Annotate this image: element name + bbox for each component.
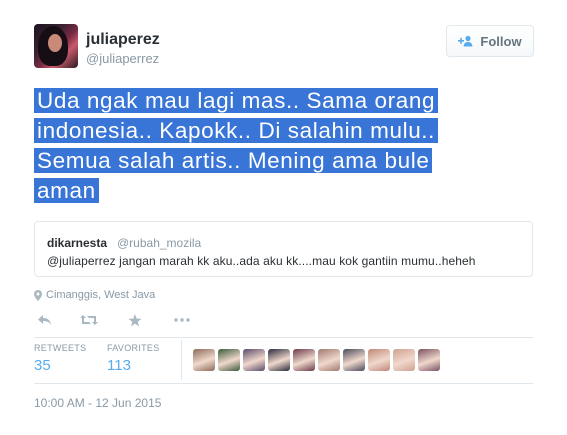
tweet-line: indonesia.. Kapokk.. Di salahin mulu..	[34, 118, 439, 143]
more-dots-icon	[174, 318, 190, 322]
tweet-line: Uda ngak mau lagi mas.. Sama orang	[34, 88, 439, 113]
tweet-line: Semua salah artis.. Mening ama bule	[34, 148, 433, 173]
follow-button-label: Follow	[480, 33, 522, 49]
follow-user-icon	[458, 35, 474, 47]
retweets-stat[interactable]: RETWEETS 35	[34, 343, 86, 374]
tweet-location[interactable]: Cimanggis, West Java	[34, 289, 155, 301]
favoriter-avatar[interactable]	[368, 349, 390, 371]
profile-avatar[interactable]	[34, 24, 78, 68]
favoriter-avatars	[193, 349, 440, 371]
favorites-count: 113	[107, 357, 131, 374]
favoriter-avatar[interactable]	[268, 349, 290, 371]
quoted-tweet-text: @juliaperrez jangan marah kk aku..ada ak…	[47, 254, 476, 268]
reply-button[interactable]	[35, 313, 53, 327]
favoriter-avatar[interactable]	[393, 349, 415, 371]
reply-icon	[37, 315, 51, 325]
quoted-author-name[interactable]: dikarnesta	[47, 236, 107, 250]
user-fullname[interactable]: juliaperez	[86, 31, 160, 49]
retweets-label: RETWEETS	[34, 343, 87, 353]
stats-bottom-divider	[34, 383, 533, 384]
stats-top-divider	[34, 337, 533, 338]
favoriter-avatar[interactable]	[218, 349, 240, 371]
tweet-text: Uda ngak mau lagi mas.. Sama orang indon…	[34, 86, 494, 206]
retweets-count: 35	[34, 357, 51, 374]
quoted-tweet[interactable]: dikarnesta @rubah_mozila @juliaperrez ja…	[34, 221, 533, 277]
location-pin-icon	[34, 289, 42, 301]
favorite-button[interactable]	[126, 313, 144, 327]
favoriter-avatar[interactable]	[418, 349, 440, 371]
retweet-button[interactable]	[80, 313, 98, 327]
more-button[interactable]	[173, 313, 191, 327]
tweet-timestamp[interactable]: 10:00 AM - 12 Jun 2015	[34, 396, 161, 410]
stats-separator	[181, 340, 182, 380]
favoriter-avatar[interactable]	[343, 349, 365, 371]
follow-button[interactable]: Follow	[446, 25, 534, 57]
favoriter-avatar[interactable]	[243, 349, 265, 371]
favoriter-avatar[interactable]	[318, 349, 340, 371]
quoted-author-handle[interactable]: @rubah_mozila	[117, 236, 201, 250]
favoriter-avatar[interactable]	[293, 349, 315, 371]
favorites-label: FAVORITES	[107, 343, 160, 353]
retweet-icon	[80, 315, 98, 325]
favorites-stat[interactable]: FAVORITES 113	[107, 343, 160, 374]
tweet-line: aman	[34, 178, 99, 203]
favoriter-avatar[interactable]	[193, 349, 215, 371]
location-label: Cimanggis, West Java	[46, 289, 156, 301]
user-screen-name[interactable]: @juliaperrez	[86, 51, 159, 66]
star-icon	[128, 313, 142, 326]
